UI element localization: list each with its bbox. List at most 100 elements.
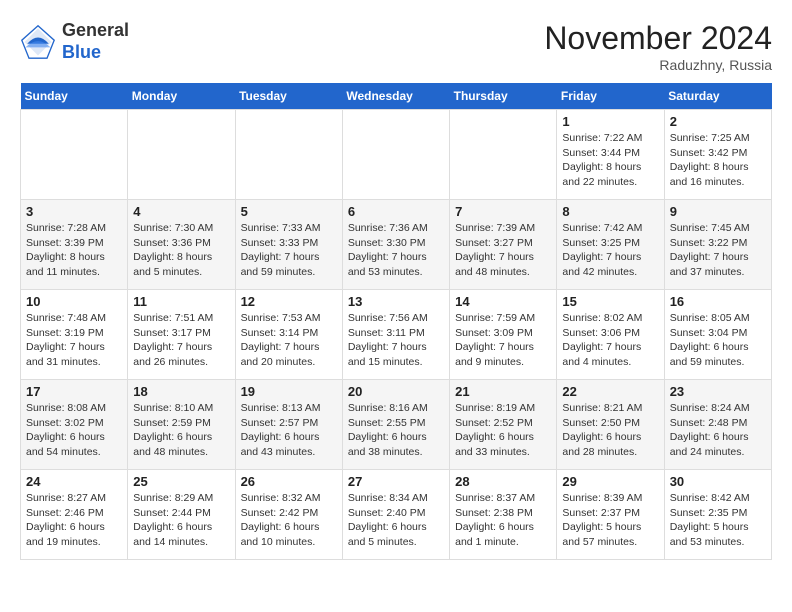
day-number: 23 (670, 384, 766, 399)
weekday-header-thursday: Thursday (450, 83, 557, 110)
day-number: 14 (455, 294, 551, 309)
calendar-cell: 4Sunrise: 7:30 AM Sunset: 3:36 PM Daylig… (128, 200, 235, 290)
logo: General Blue (20, 20, 129, 63)
day-number: 27 (348, 474, 444, 489)
day-info: Sunrise: 7:42 AM Sunset: 3:25 PM Dayligh… (562, 221, 658, 280)
day-number: 15 (562, 294, 658, 309)
day-info: Sunrise: 7:48 AM Sunset: 3:19 PM Dayligh… (26, 311, 122, 370)
day-number: 12 (241, 294, 337, 309)
calendar-cell: 26Sunrise: 8:32 AM Sunset: 2:42 PM Dayli… (235, 470, 342, 560)
day-info: Sunrise: 7:22 AM Sunset: 3:44 PM Dayligh… (562, 131, 658, 190)
weekday-header-sunday: Sunday (21, 83, 128, 110)
day-number: 9 (670, 204, 766, 219)
day-number: 26 (241, 474, 337, 489)
day-number: 6 (348, 204, 444, 219)
day-info: Sunrise: 8:08 AM Sunset: 3:02 PM Dayligh… (26, 401, 122, 460)
day-info: Sunrise: 8:27 AM Sunset: 2:46 PM Dayligh… (26, 491, 122, 550)
calendar-cell: 6 Sunrise: 7:36 AM Sunset: 3:30 PM Daylig… (342, 200, 449, 290)
calendar-cell: 11 Sunrise: 7:51 AM Sunset: 3:17 PM Dayli… (128, 290, 235, 380)
day-number: 11 (133, 294, 229, 309)
day-info: Sunrise: 8:24 AM Sunset: 2:48 PM Dayligh… (670, 401, 766, 460)
calendar-week-row: 3 Sunrise: 7:28 AM Sunset: 3:39 PM Daylig… (21, 200, 772, 290)
day-info: Sunrise: 8:19 AM Sunset: 2:52 PM Dayligh… (455, 401, 551, 460)
calendar-cell (450, 110, 557, 200)
weekday-header-wednesday: Wednesday (342, 83, 449, 110)
day-info: Sunrise: 8:39 AM Sunset: 2:37 PM Dayligh… (562, 491, 658, 550)
day-info: Sunrise: 8:13 AM Sunset: 2:57 PM Dayligh… (241, 401, 337, 460)
weekday-header-saturday: Saturday (664, 83, 771, 110)
calendar-cell: 7 Sunrise: 7:39 AM Sunset: 3:27 PM Daylig… (450, 200, 557, 290)
calendar-cell: 10 Sunrise: 7:48 AM Sunset: 3:19 PM Dayli… (21, 290, 128, 380)
calendar-cell: 17Sunrise: 8:08 AM Sunset: 3:02 PM Dayli… (21, 380, 128, 470)
calendar-cell: 24Sunrise: 8:27 AM Sunset: 2:46 PM Dayli… (21, 470, 128, 560)
day-info: Sunrise: 8:05 AM Sunset: 3:04 PM Dayligh… (670, 311, 766, 370)
day-info: Sunrise: 7:51 AM Sunset: 3:17 PM Dayligh… (133, 311, 229, 370)
calendar-cell: 22Sunrise: 8:21 AM Sunset: 2:50 PM Dayli… (557, 380, 664, 470)
calendar-cell: 8 Sunrise: 7:42 AM Sunset: 3:25 PM Daylig… (557, 200, 664, 290)
day-info: Sunrise: 7:59 AM Sunset: 3:09 PM Dayligh… (455, 311, 551, 370)
day-info: Sunrise: 8:02 AM Sunset: 3:06 PM Dayligh… (562, 311, 658, 370)
day-info: Sunrise: 8:37 AM Sunset: 2:38 PM Dayligh… (455, 491, 551, 550)
day-info: Sunrise: 7:56 AM Sunset: 3:11 PM Dayligh… (348, 311, 444, 370)
calendar-cell: 27 Sunrise: 8:34 AM Sunset: 2:40 PM Dayli… (342, 470, 449, 560)
calendar-cell: 13 Sunrise: 7:56 AM Sunset: 3:11 PM Dayli… (342, 290, 449, 380)
calendar-table: SundayMondayTuesdayWednesdayThursdayFrid… (20, 83, 772, 560)
calendar-cell: 15 Sunrise: 8:02 AM Sunset: 3:06 PM Dayli… (557, 290, 664, 380)
weekday-header-tuesday: Tuesday (235, 83, 342, 110)
calendar-week-row: 1Sunrise: 7:22 AM Sunset: 3:44 PM Daylig… (21, 110, 772, 200)
calendar-cell: 28 Sunrise: 8:37 AM Sunset: 2:38 PM Dayli… (450, 470, 557, 560)
weekday-header-row: SundayMondayTuesdayWednesdayThursdayFrid… (21, 83, 772, 110)
day-info: Sunrise: 7:33 AM Sunset: 3:33 PM Dayligh… (241, 221, 337, 280)
day-info: Sunrise: 7:36 AM Sunset: 3:30 PM Dayligh… (348, 221, 444, 280)
day-number: 30 (670, 474, 766, 489)
calendar-cell: 16 Sunrise: 8:05 AM Sunset: 3:04 PM Dayli… (664, 290, 771, 380)
calendar-cell: 9 Sunrise: 7:45 AM Sunset: 3:22 PM Daylig… (664, 200, 771, 290)
day-info: Sunrise: 8:29 AM Sunset: 2:44 PM Dayligh… (133, 491, 229, 550)
logo-icon (20, 24, 56, 60)
day-number: 18 (133, 384, 229, 399)
day-number: 16 (670, 294, 766, 309)
day-number: 8 (562, 204, 658, 219)
month-title: November 2024 (544, 20, 772, 57)
calendar-cell (128, 110, 235, 200)
day-number: 2 (670, 114, 766, 129)
day-info: Sunrise: 7:25 AM Sunset: 3:42 PM Dayligh… (670, 131, 766, 190)
calendar-cell (235, 110, 342, 200)
day-number: 21 (455, 384, 551, 399)
calendar-cell: 29 Sunrise: 8:39 AM Sunset: 2:37 PM Dayli… (557, 470, 664, 560)
weekday-header-friday: Friday (557, 83, 664, 110)
day-number: 20 (348, 384, 444, 399)
calendar-week-row: 10 Sunrise: 7:48 AM Sunset: 3:19 PM Dayli… (21, 290, 772, 380)
title-block: November 2024 Raduzhny, Russia (544, 20, 772, 73)
day-info: Sunrise: 8:34 AM Sunset: 2:40 PM Dayligh… (348, 491, 444, 550)
calendar-cell: 23 Sunrise: 8:24 AM Sunset: 2:48 PM Dayli… (664, 380, 771, 470)
day-number: 28 (455, 474, 551, 489)
day-info: Sunrise: 7:28 AM Sunset: 3:39 PM Dayligh… (26, 221, 122, 280)
day-number: 29 (562, 474, 658, 489)
calendar-cell: 18 Sunrise: 8:10 AM Sunset: 2:59 PM Dayli… (128, 380, 235, 470)
day-number: 3 (26, 204, 122, 219)
day-info: Sunrise: 7:45 AM Sunset: 3:22 PM Dayligh… (670, 221, 766, 280)
day-number: 13 (348, 294, 444, 309)
page-header: General Blue November 2024 Raduzhny, Rus… (20, 20, 772, 73)
calendar-cell: 14 Sunrise: 7:59 AM Sunset: 3:09 PM Dayli… (450, 290, 557, 380)
calendar-cell: 12Sunrise: 7:53 AM Sunset: 3:14 PM Dayli… (235, 290, 342, 380)
calendar-cell: 20 Sunrise: 8:16 AM Sunset: 2:55 PM Dayli… (342, 380, 449, 470)
weekday-header-monday: Monday (128, 83, 235, 110)
day-number: 5 (241, 204, 337, 219)
calendar-cell: 21 Sunrise: 8:19 AM Sunset: 2:52 PM Dayli… (450, 380, 557, 470)
day-info: Sunrise: 8:10 AM Sunset: 2:59 PM Dayligh… (133, 401, 229, 460)
logo-text: General Blue (62, 20, 129, 63)
day-number: 19 (241, 384, 337, 399)
calendar-week-row: 24Sunrise: 8:27 AM Sunset: 2:46 PM Dayli… (21, 470, 772, 560)
calendar-cell: 3 Sunrise: 7:28 AM Sunset: 3:39 PM Daylig… (21, 200, 128, 290)
day-number: 10 (26, 294, 122, 309)
day-info: Sunrise: 7:39 AM Sunset: 3:27 PM Dayligh… (455, 221, 551, 280)
calendar-cell (342, 110, 449, 200)
day-info: Sunrise: 8:42 AM Sunset: 2:35 PM Dayligh… (670, 491, 766, 550)
calendar-header: SundayMondayTuesdayWednesdayThursdayFrid… (21, 83, 772, 110)
day-info: Sunrise: 8:16 AM Sunset: 2:55 PM Dayligh… (348, 401, 444, 460)
day-number: 7 (455, 204, 551, 219)
calendar-body: 1Sunrise: 7:22 AM Sunset: 3:44 PM Daylig… (21, 110, 772, 560)
calendar-cell: 25Sunrise: 8:29 AM Sunset: 2:44 PM Dayli… (128, 470, 235, 560)
